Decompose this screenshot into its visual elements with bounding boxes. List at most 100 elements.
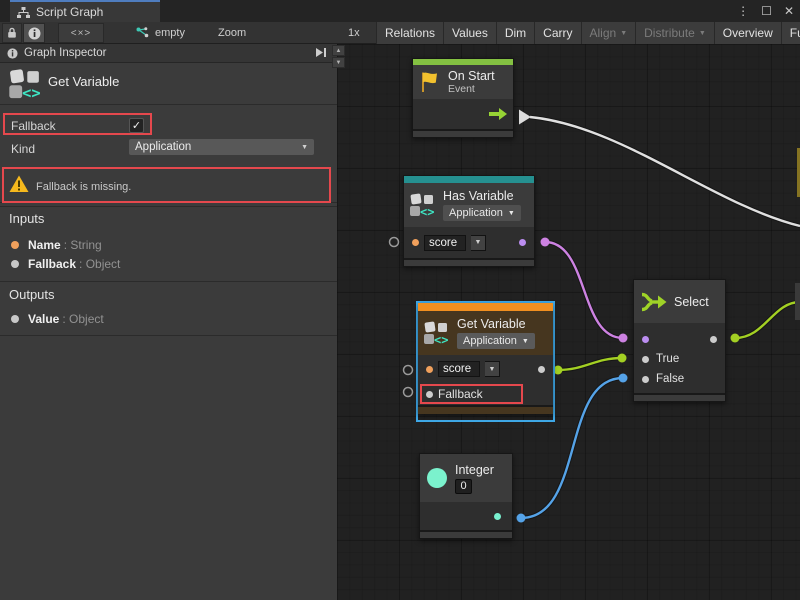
kind-dropdown[interactable]: Application ▼ bbox=[129, 139, 314, 155]
carry-button[interactable]: Carry bbox=[534, 22, 580, 44]
node-integer[interactable]: Integer 0 bbox=[419, 453, 513, 539]
scroll-up-button[interactable]: ▲ bbox=[332, 45, 345, 56]
graph-canvas[interactable]: On Start Event <> bbox=[337, 44, 800, 600]
fallback-setting-row: Fallback bbox=[0, 114, 337, 138]
node-title: Get Variable bbox=[457, 317, 535, 331]
bool-wire bbox=[545, 242, 623, 338]
false-port-label: False bbox=[656, 373, 684, 385]
window-controls: ⋮ ☐ ✕ bbox=[737, 0, 794, 22]
fallback-checkbox[interactable]: ✓ bbox=[129, 118, 144, 133]
script-graph-window: Script Graph ⋮ ☐ ✕ <×> bbox=[0, 0, 800, 600]
input-name-row: Name : String bbox=[11, 238, 102, 252]
node-get-variable[interactable]: <> Get Variable Application ▼ sc bbox=[418, 303, 553, 414]
lock-icon bbox=[7, 27, 17, 39]
wire-layer bbox=[337, 44, 800, 600]
value-wire-true bbox=[558, 358, 622, 370]
dock-panel-icon[interactable] bbox=[314, 47, 327, 58]
checkmark-icon: ✓ bbox=[132, 119, 141, 132]
integer-header[interactable]: Integer 0 bbox=[420, 454, 512, 502]
value-output-port[interactable] bbox=[538, 366, 545, 373]
integer-output-port[interactable] bbox=[494, 513, 501, 520]
control-wire-arrow bbox=[519, 110, 531, 125]
inspector-scroll-arrows: ▲ ▼ bbox=[332, 45, 345, 68]
svg-text:<>: <> bbox=[22, 84, 41, 101]
string-port-dot bbox=[11, 241, 19, 249]
get-variable-header[interactable]: <> Get Variable Application ▼ bbox=[418, 311, 553, 355]
warning-triangle-icon bbox=[9, 175, 29, 193]
flag-icon bbox=[418, 70, 442, 94]
code-view-button[interactable]: <×> bbox=[58, 23, 104, 43]
variable-name-field[interactable]: score bbox=[438, 361, 480, 377]
node-select[interactable]: Select True False bbox=[633, 279, 726, 402]
input-fallback-row: Fallback : Object bbox=[11, 257, 120, 271]
distribute-dropdown: Distribute▼ bbox=[635, 22, 714, 44]
inspector-title: Graph Inspector bbox=[24, 47, 106, 59]
control-wire bbox=[530, 117, 800, 226]
inputs-section-title: Inputs bbox=[9, 211, 44, 226]
info-icon bbox=[7, 48, 18, 59]
name-input-port[interactable] bbox=[426, 366, 433, 373]
kind-dropdown[interactable]: Application ▼ bbox=[443, 205, 521, 221]
variable-dropdown-button[interactable]: ▼ bbox=[471, 235, 486, 251]
integer-value-field[interactable]: 0 bbox=[455, 479, 472, 494]
selection-output-port[interactable] bbox=[710, 336, 717, 343]
tab-script-graph[interactable]: Script Graph bbox=[10, 0, 160, 22]
lock-button[interactable] bbox=[2, 23, 22, 43]
close-icon[interactable]: ✕ bbox=[784, 4, 794, 18]
zoom-value: 1x bbox=[348, 22, 360, 44]
unit-title: Get Variable bbox=[48, 74, 119, 89]
maximize-icon[interactable]: ☐ bbox=[761, 4, 772, 18]
chevron-down-icon: ▼ bbox=[522, 338, 529, 345]
inspected-unit-header: <> Get Variable bbox=[0, 63, 337, 105]
on-start-header[interactable]: On Start Event bbox=[413, 65, 513, 99]
node-title: Select bbox=[674, 295, 709, 309]
triangle-up-icon: ▲ bbox=[336, 48, 342, 54]
empty-port-circle[interactable] bbox=[404, 366, 413, 375]
select-header[interactable]: Select bbox=[634, 280, 725, 323]
warning-text: Fallback is missing. bbox=[36, 181, 131, 193]
control-wire-shadow bbox=[530, 117, 800, 226]
kind-dropdown[interactable]: Application ▼ bbox=[457, 333, 535, 349]
variable-dropdown-button[interactable]: ▼ bbox=[485, 361, 500, 377]
node-title: Integer bbox=[455, 463, 494, 477]
output-value-row: Value : Object bbox=[11, 312, 104, 326]
scroll-down-button[interactable]: ▼ bbox=[332, 57, 345, 68]
node-on-start[interactable]: On Start Event bbox=[412, 58, 514, 138]
overview-button[interactable]: Overview bbox=[714, 22, 781, 44]
variable-icon: <> bbox=[8, 67, 44, 101]
chevron-down-icon: ▼ bbox=[508, 210, 515, 217]
code-icon: <×> bbox=[71, 28, 92, 39]
chevron-down-icon: ▼ bbox=[301, 144, 308, 151]
menu-icon[interactable]: ⋮ bbox=[737, 4, 749, 18]
bool-output-port[interactable] bbox=[519, 239, 526, 246]
fallback-input-port[interactable] bbox=[426, 391, 433, 398]
info-button[interactable] bbox=[23, 23, 45, 43]
zoom-label: Zoom bbox=[218, 22, 246, 44]
graph-inspector-panel: Graph Inspector <> Get Variable Fallback… bbox=[0, 44, 337, 600]
triangle-down-icon: ▼ bbox=[336, 60, 342, 66]
empty-port-circle[interactable] bbox=[390, 238, 399, 247]
fallback-port-label: Fallback bbox=[438, 387, 483, 401]
node-has-variable[interactable]: <> Has Variable Application ▼ score bbox=[403, 175, 535, 267]
condition-input-port[interactable] bbox=[642, 336, 649, 343]
relations-button[interactable]: Relations bbox=[376, 22, 443, 44]
node-subtitle: Event bbox=[448, 83, 495, 95]
variable-name-field[interactable]: score bbox=[424, 235, 466, 251]
has-variable-header[interactable]: <> Has Variable Application ▼ bbox=[404, 183, 534, 227]
empty-label: empty bbox=[155, 27, 185, 39]
false-input-port[interactable] bbox=[642, 376, 649, 383]
clipped-node-edge bbox=[795, 283, 800, 320]
dim-button[interactable]: Dim bbox=[496, 22, 534, 44]
variable-icon: <> bbox=[423, 320, 451, 346]
graph-breadcrumb-empty[interactable]: empty bbox=[136, 22, 185, 44]
empty-port-circle[interactable] bbox=[404, 388, 413, 397]
values-button[interactable]: Values bbox=[443, 22, 496, 44]
name-input-port[interactable] bbox=[412, 239, 419, 246]
graph-toolbar: <×> empty Zoom 1x Relations Values Dim C… bbox=[0, 22, 800, 44]
true-input-port[interactable] bbox=[642, 356, 649, 363]
node-title: Has Variable bbox=[443, 189, 521, 203]
flow-output-port[interactable] bbox=[489, 108, 507, 120]
fullscreen-button[interactable]: Full Screen bbox=[781, 22, 800, 44]
variable-color-bar bbox=[418, 303, 553, 311]
select-merge-icon bbox=[641, 292, 667, 312]
